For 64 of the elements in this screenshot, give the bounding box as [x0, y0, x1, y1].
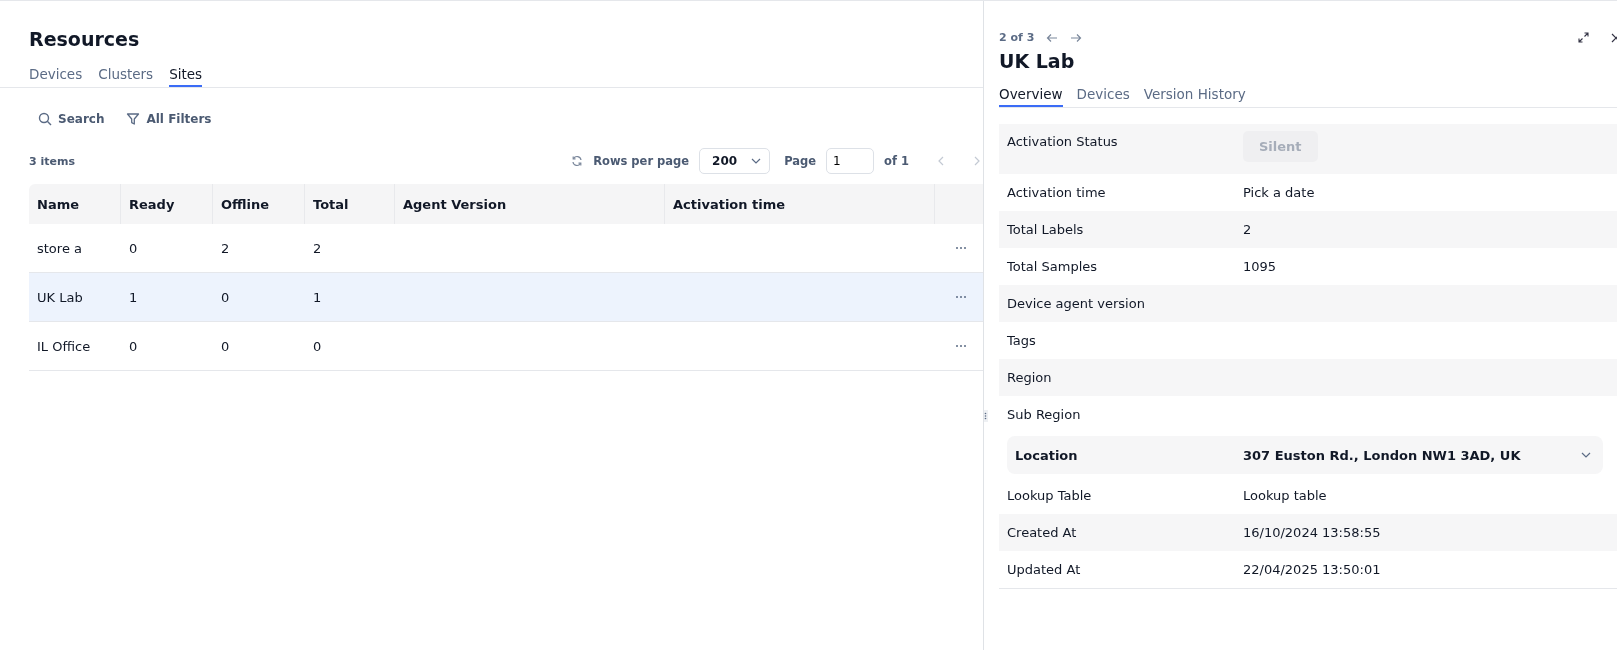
search-icon	[38, 112, 52, 126]
tab[interactable]: Devices	[1076, 86, 1130, 107]
record-position: 2 of 3	[999, 31, 1035, 44]
table-cell: 1	[129, 289, 138, 305]
tab[interactable]: Devices	[29, 66, 83, 87]
page-input[interactable]: 1	[826, 148, 875, 174]
previous-page-icon[interactable]	[937, 156, 945, 166]
page-title: Resources	[29, 28, 141, 50]
field-label: Activation time	[1007, 185, 1107, 200]
field-label: Device agent version	[1007, 296, 1146, 311]
next-page-icon[interactable]	[973, 156, 981, 166]
table-row[interactable]: UK Lab 1 0 1	[29, 273, 983, 322]
tab[interactable]: Clusters	[98, 66, 154, 87]
more-icon[interactable]	[955, 344, 967, 348]
search-button[interactable]: Search	[38, 112, 105, 126]
status-badge: Silent	[1243, 131, 1318, 162]
more-icon[interactable]	[955, 295, 967, 299]
arrow-left-icon[interactable]	[1046, 32, 1059, 43]
field-label: Tags	[1007, 333, 1037, 348]
item-count: 3 items	[29, 154, 75, 168]
field-value: 2	[1243, 222, 1252, 237]
table-cell: 0	[129, 240, 138, 256]
rows-per-page-label: Rows per page	[593, 154, 690, 168]
table-cell: 1	[313, 289, 322, 305]
table-cell: 0	[221, 289, 230, 305]
table-cell: store a	[37, 240, 82, 256]
table-cell: 2	[221, 240, 230, 256]
filters-button[interactable]: All Filters	[126, 112, 212, 126]
filter-icon	[126, 112, 141, 126]
detail-title: UK Lab	[999, 50, 1076, 72]
refresh-icon[interactable]	[571, 155, 584, 167]
table-cell: 2	[313, 240, 322, 256]
field-label: Lookup Table	[1007, 488, 1093, 503]
rows-per-page-select[interactable]: 200	[699, 148, 771, 174]
page-label: Page	[784, 154, 817, 168]
field-value: Lookup table	[1243, 488, 1327, 503]
table-cell: 0	[221, 338, 230, 354]
field-label: Region	[1007, 370, 1053, 385]
arrow-right-icon[interactable]	[1070, 32, 1083, 43]
field-label: Total Samples	[1007, 259, 1098, 274]
tab[interactable]: Version History	[1143, 86, 1246, 107]
chevron-down-icon	[751, 158, 762, 164]
page-total: of 1	[884, 154, 909, 168]
table-cell: 0	[129, 338, 138, 354]
tab[interactable]: Overview	[999, 86, 1063, 107]
table-cell: IL Office	[37, 338, 91, 354]
chevron-down-icon	[1581, 452, 1591, 458]
field-label: Sub Region	[1007, 407, 1082, 422]
field-value: 22/04/2025 13:50:01	[1243, 562, 1381, 577]
field-value: 307 Euston Rd., London NW1 3AD, UK	[1243, 447, 1521, 463]
tab[interactable]: Sites	[169, 66, 203, 87]
field-value: 16/10/2024 13:58:55	[1243, 525, 1381, 540]
field-label: Total Labels	[1007, 222, 1085, 237]
field-label: Location	[1015, 447, 1079, 463]
location-row[interactable]: Location 307 Euston Rd., London NW1 3AD, UK	[1007, 436, 1603, 474]
field-value: 1095	[1243, 259, 1277, 274]
table-cell: 0	[313, 338, 322, 354]
field-label: Activation Status	[1007, 134, 1119, 149]
field-label: Created At	[1007, 525, 1078, 540]
expand-icon[interactable]	[1578, 32, 1589, 43]
field-value: Pick a date	[1243, 185, 1315, 200]
more-icon[interactable]	[955, 246, 967, 250]
table-cell: UK Lab	[37, 289, 83, 305]
field-label: Updated At	[1007, 562, 1082, 577]
